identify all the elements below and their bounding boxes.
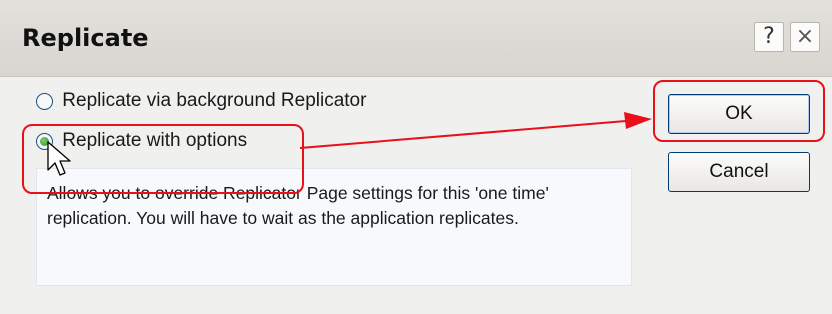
help-button[interactable]: ? bbox=[754, 22, 784, 52]
annotation-highlight-option bbox=[22, 124, 304, 194]
radio-background-replicator[interactable] bbox=[36, 92, 53, 110]
title-bar: Replicate ? × bbox=[0, 0, 832, 77]
close-button[interactable]: × bbox=[790, 22, 820, 52]
dialog-title: Replicate bbox=[22, 24, 149, 52]
annotation-highlight-ok bbox=[653, 80, 825, 142]
option-background-replicator[interactable]: Replicate via background Replicator bbox=[36, 90, 366, 112]
cancel-button[interactable]: Cancel bbox=[668, 152, 810, 192]
option-background-replicator-label: Replicate via background Replicator bbox=[62, 90, 367, 111]
